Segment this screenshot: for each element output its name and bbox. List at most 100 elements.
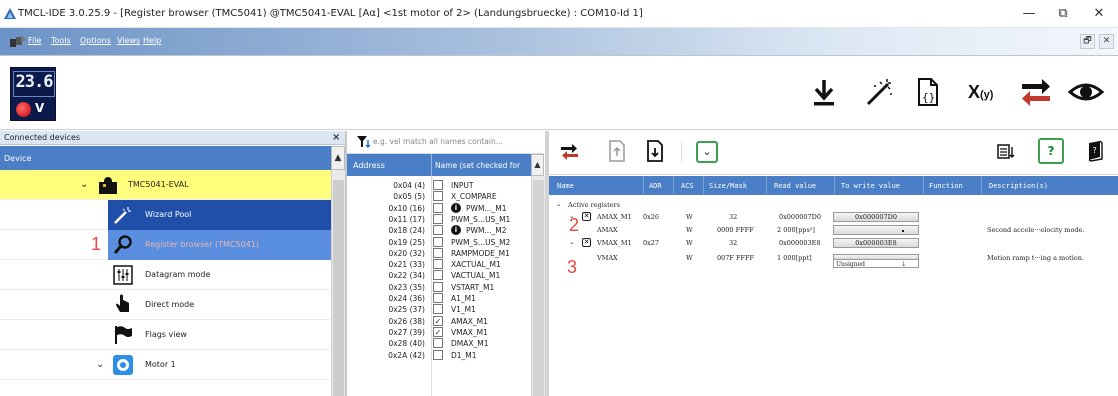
scroll-up-button[interactable]: ▲: [331, 146, 345, 170]
device-column-header[interactable]: Device ▲: [0, 146, 345, 170]
file-code-icon[interactable]: {}: [908, 72, 948, 112]
register-list-item[interactable]: 0x22 (34) VACTUAL_M1: [347, 270, 531, 281]
col-name[interactable]: Name: [557, 182, 574, 190]
tree-item-tmc5041-eval[interactable]: ⌄ TMC5041-EVAL: [0, 170, 331, 200]
menu-help[interactable]: Help: [143, 36, 161, 45]
register-list-item[interactable]: 0x28 (40) DMAX_M1: [347, 338, 531, 349]
checkbox[interactable]: [433, 180, 443, 190]
register-list-item[interactable]: 0x05 (5) X_COMPARE: [347, 191, 531, 202]
file-download-icon[interactable]: [645, 139, 665, 163]
name-column-header[interactable]: Name (set checked for: [435, 161, 530, 170]
middle-scrollbar-thumb[interactable]: [533, 180, 544, 396]
field-write-input[interactable]: [833, 225, 919, 235]
checkbox-checked[interactable]: ✓: [433, 315, 443, 326]
tree-item-datagram-mode[interactable]: Datagram mode: [0, 260, 331, 290]
checkbox[interactable]: [433, 304, 443, 315]
register-list-item[interactable]: 0x23 (35) VSTART_M1: [347, 281, 531, 293]
register-list-item[interactable]: 0x19 (25) PWM_S...US_M2: [347, 236, 531, 248]
menu-options[interactable]: Options: [80, 36, 111, 45]
field-write-input[interactable]: Unsigned 🡓: [833, 254, 919, 268]
checkbox[interactable]: [433, 191, 443, 202]
col-acs[interactable]: ACS: [681, 182, 694, 190]
tree-item-flags-view[interactable]: Flags view: [0, 320, 331, 350]
checkbox[interactable]: [433, 247, 443, 258]
tree-item-register-browser[interactable]: 1 Register browser (TMC5041): [0, 230, 331, 260]
panel-close-button[interactable]: ×: [332, 132, 340, 143]
swap-arrows-icon[interactable]: [1016, 72, 1056, 112]
register-row[interactable]: ⌄ ✕ VMAX_M1 0x27 W 32 0x000003E8 0x00000…: [549, 238, 1118, 249]
tree-item-motor-1[interactable]: ⌄ Motor 1: [0, 350, 331, 380]
register-list-item[interactable]: 0x26 (38) ✓ AMAX_M1: [347, 315, 531, 327]
file-upload-icon[interactable]: [607, 139, 627, 163]
menu-tools[interactable]: Tools: [51, 36, 71, 45]
type-select[interactable]: Unsigned: [836, 261, 865, 268]
chevron-down-icon[interactable]: ⌄: [80, 179, 90, 190]
checkbox[interactable]: [433, 259, 443, 270]
register-row[interactable]: ⌄ ✕ AMAX_M1 0x26 W 32 0x000007D0 0x00000…: [549, 212, 1118, 223]
address-column-header[interactable]: Address: [353, 161, 385, 170]
dropdown-arrow-icon[interactable]: 🡓: [902, 260, 906, 271]
section-chevron-icon[interactable]: ⌄: [556, 200, 561, 208]
checkbox[interactable]: [433, 270, 443, 281]
checkbox[interactable]: [433, 225, 443, 236]
middle-scrollbar[interactable]: [531, 176, 545, 396]
tree-item-direct-mode[interactable]: Direct mode: [0, 290, 331, 320]
chevron-down-icon[interactable]: ⌄: [96, 359, 106, 370]
register-list-item[interactable]: i 0x18 (24) PWM..._M2: [347, 225, 531, 236]
info-icon[interactable]: i: [451, 202, 461, 213]
col-size-mask[interactable]: Size/Mask: [709, 182, 747, 190]
magic-wand-icon[interactable]: [858, 72, 898, 112]
register-list-item[interactable]: 0x27 (39) ✓ VMAX_M1: [347, 326, 531, 338]
mdi-close-button[interactable]: ✕: [1099, 34, 1114, 49]
expand-dropdown-button[interactable]: ⌄: [696, 141, 718, 163]
chevron-down-icon[interactable]: ⌄: [569, 238, 574, 246]
register-list-item[interactable]: 0x21 (33) XACTUAL_M1: [347, 259, 531, 270]
book-icon[interactable]: ?: [1085, 140, 1105, 162]
search-input[interactable]: e.g. vel match all names contain...: [373, 137, 503, 146]
col-adr[interactable]: ADR: [649, 182, 662, 190]
write-value-button[interactable]: 0x000007D0: [833, 212, 919, 222]
col-function[interactable]: Function: [929, 182, 963, 190]
checkbox[interactable]: [433, 202, 443, 213]
col-to-write-value[interactable]: To write value: [841, 182, 900, 190]
write-value-button[interactable]: 0x000003E8: [833, 238, 919, 248]
checkbox[interactable]: [433, 281, 443, 292]
checkbox-checked[interactable]: ✓: [433, 326, 443, 337]
function-xy-icon[interactable]: X(y): [968, 82, 993, 103]
app-menu-icon[interactable]: [10, 35, 26, 49]
checkbox[interactable]: [433, 213, 443, 224]
remove-register-icon[interactable]: ✕: [582, 238, 591, 247]
download-icon[interactable]: [804, 72, 844, 112]
menu-views[interactable]: Views: [117, 36, 140, 45]
eye-icon[interactable]: [1066, 72, 1106, 112]
register-list-item[interactable]: 0x25 (37) V1_M1: [347, 304, 531, 315]
list-sort-icon[interactable]: [996, 142, 1016, 162]
remove-register-icon[interactable]: ✕: [582, 212, 591, 221]
tree-item-wizard-pool[interactable]: Wizard Pool: [0, 200, 331, 230]
info-icon[interactable]: i: [451, 225, 461, 236]
close-button[interactable]: ✕: [1084, 4, 1114, 24]
checkbox[interactable]: [433, 236, 443, 247]
menu-file[interactable]: File: [28, 36, 41, 45]
col-read-value[interactable]: Read value: [774, 182, 816, 190]
left-scrollbar[interactable]: [331, 170, 345, 396]
checkbox[interactable]: [433, 349, 443, 360]
scroll-up-button[interactable]: ▲: [531, 154, 544, 176]
col-description[interactable]: Description(s): [989, 182, 1048, 190]
register-list-item[interactable]: 0x2A (42) D1_M1: [347, 349, 531, 361]
mdi-restore-button[interactable]: 🗗: [1080, 34, 1095, 49]
help-button[interactable]: ?: [1038, 138, 1064, 164]
register-list-item[interactable]: i 0x10 (16) PWM..._M1: [347, 202, 531, 214]
register-field-row[interactable]: VMAX W 007F FFFF 1 000[ppt] Unsigned 🡓 M…: [549, 252, 1118, 268]
minimize-button[interactable]: —: [1014, 4, 1044, 24]
register-list-item[interactable]: 0x11 (17) PWM_S...US_M1: [347, 213, 531, 225]
checkbox[interactable]: [433, 338, 443, 349]
register-field-row[interactable]: AMAX W 0000 FFFF 2 000[pps²] Second acce…: [549, 225, 1118, 236]
checkbox[interactable]: [433, 293, 443, 303]
register-list-item[interactable]: 0x20 (32) RAMPMODE_M1: [347, 247, 531, 259]
swap-arrows-icon[interactable]: [559, 141, 581, 163]
register-search-box[interactable]: e.g. vel match all names contain...: [347, 131, 544, 154]
maximize-button[interactable]: ⧉: [1048, 4, 1078, 24]
register-list-item[interactable]: 0x24 (36) A1_M1: [347, 293, 531, 304]
register-list-item[interactable]: 0x04 (4) INPUT: [347, 180, 531, 191]
